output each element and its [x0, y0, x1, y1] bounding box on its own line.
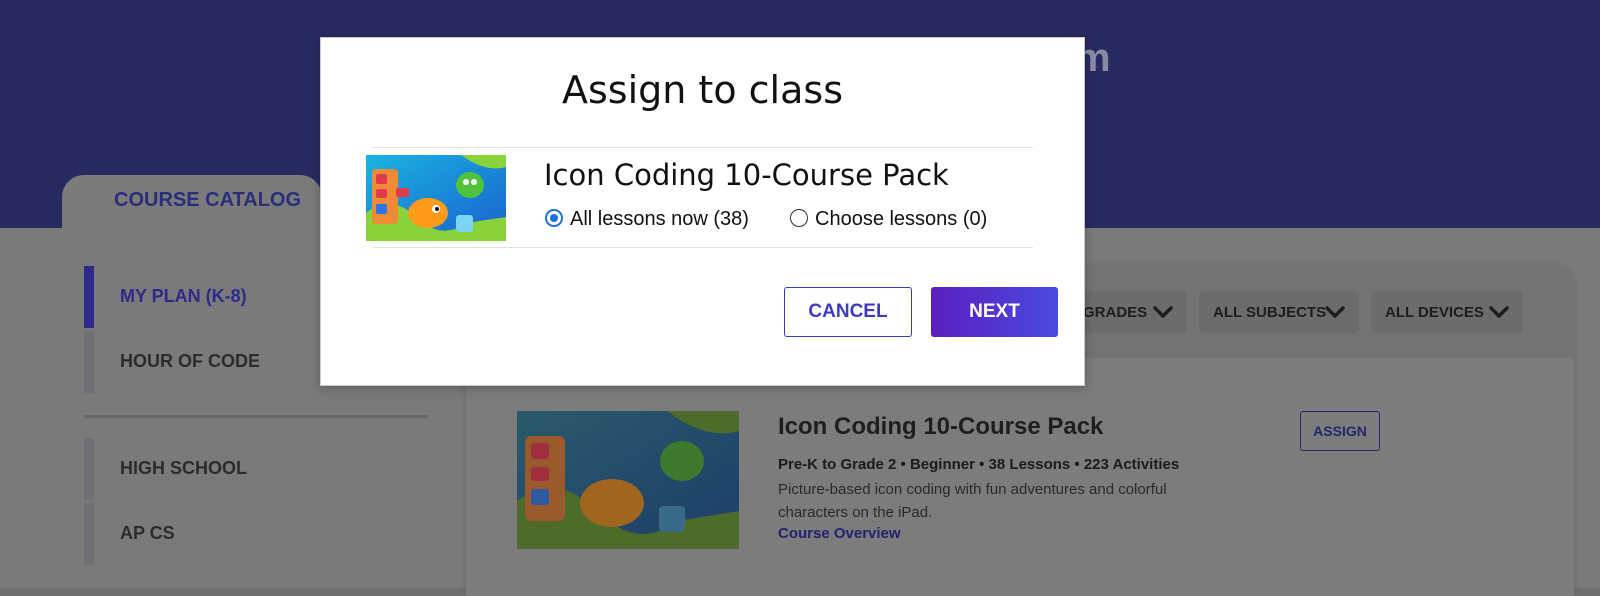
- course-thumbnail-image[interactable]: [517, 411, 739, 549]
- chevron-down-icon: [1489, 306, 1509, 318]
- chevron-down-icon: [1153, 306, 1173, 318]
- sidebar-item-label: HIGH SCHOOL: [120, 458, 248, 478]
- course-card-title[interactable]: Icon Coding 10-Course Pack: [778, 413, 1103, 441]
- sidebar-indicator: [84, 503, 94, 565]
- sidebar-item-ap-cs[interactable]: AP CS: [84, 503, 424, 565]
- tab-course-catalog-label: COURSE CATALOG: [114, 189, 302, 211]
- sidebar-item-label: HOUR OF CODE: [120, 351, 261, 371]
- sidebar-item-label: MY PLAN (K-8): [120, 286, 247, 306]
- sidebar-indicator: [84, 331, 94, 393]
- sidebar-item-label: AP CS: [120, 523, 175, 543]
- filter-all-subjects[interactable]: ALL SUBJECTS: [1199, 291, 1359, 333]
- divider: [373, 247, 1033, 248]
- filter-grades-label: GRADES: [1083, 304, 1148, 321]
- option-choose-lessons-label: Choose lessons (0): [815, 208, 988, 230]
- chevron-down-icon: [1325, 306, 1345, 318]
- sidebar-divider: [84, 415, 428, 418]
- filter-all-devices[interactable]: ALL DEVICES: [1371, 291, 1523, 333]
- filter-subjects-label: ALL SUBJECTS: [1213, 304, 1327, 321]
- course-card-meta: Pre-K to Grade 2 • Beginner • 38 Lessons…: [778, 456, 1180, 473]
- divider: [373, 147, 1033, 148]
- assign-button[interactable]: ASSIGN: [1300, 411, 1380, 451]
- course-overview-link[interactable]: Course Overview: [778, 525, 901, 542]
- course-card-description: Picture-based icon coding with fun adven…: [778, 481, 1167, 521]
- sidebar-item-high-school[interactable]: HIGH SCHOOL: [84, 438, 424, 500]
- dialog-title: Assign to class: [562, 68, 843, 112]
- course-thumbnail-image: [366, 155, 506, 241]
- assign-to-class-dialog: Assign to class Icon Coding 10-Course Pa…: [320, 37, 1085, 386]
- option-all-lessons-label: All lessons now (38): [570, 208, 749, 230]
- tab-course-catalog[interactable]: COURSE CATALOG: [62, 175, 322, 228]
- filter-devices-label: ALL DEVICES: [1385, 304, 1484, 321]
- sidebar-indicator: [84, 438, 94, 500]
- next-button[interactable]: NEXT: [931, 287, 1058, 337]
- cancel-button[interactable]: CANCEL: [784, 287, 912, 337]
- radio-unselected[interactable]: [790, 209, 808, 227]
- dialog-course-name: Icon Coding 10-Course Pack: [544, 158, 949, 192]
- radio-selected[interactable]: [545, 209, 563, 227]
- sidebar-active-indicator: [84, 266, 94, 328]
